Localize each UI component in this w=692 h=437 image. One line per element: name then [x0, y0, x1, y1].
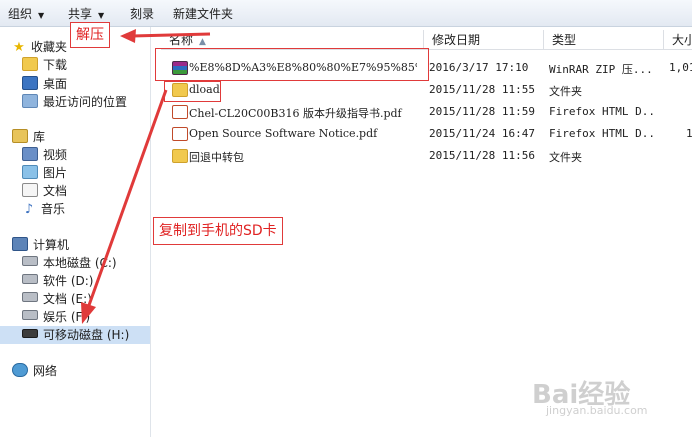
music-note-icon: ♪	[24, 202, 34, 217]
nav-recent-places[interactable]: 最近访问的位置	[22, 93, 127, 111]
hard-drive-icon	[22, 274, 38, 284]
nav-computer[interactable]: 计算机	[12, 236, 69, 254]
video-icon	[22, 147, 38, 161]
file-date: 2015/11/28 11:55	[429, 83, 535, 96]
chevron-down-icon: ▼	[98, 11, 105, 20]
pictures-icon	[22, 165, 38, 179]
file-row-open-source-pdf[interactable]: Open Source Software Notice.pdf 2015/11/…	[151, 123, 692, 145]
nav-documents[interactable]: 文档	[22, 182, 67, 200]
recent-places-icon	[22, 94, 38, 108]
column-size-label: 大小	[672, 33, 692, 47]
file-row-rollback-folder[interactable]: 回退中转包 2015/11/28 11:56 文件夹	[151, 145, 692, 167]
extract-callout: 解压	[70, 22, 110, 48]
desktop-icon	[22, 76, 38, 90]
nav-network[interactable]: 网络	[12, 362, 57, 380]
file-type: 文件夹	[549, 85, 582, 98]
hard-drive-icon	[22, 310, 38, 320]
share-label: 共享	[68, 7, 93, 21]
nav-documents-label: 文档	[43, 184, 68, 198]
nav-drive-e[interactable]: 文档 (E:)	[22, 290, 92, 308]
copy-to-sd-callout: 复制到手机的SD卡	[153, 217, 283, 245]
library-icon	[12, 129, 28, 143]
documents-icon	[22, 183, 38, 197]
organize-menu-button[interactable]: 组织 ▼	[8, 5, 44, 22]
column-name-label: 名称	[169, 33, 194, 47]
file-date: 2016/3/17 17:10	[429, 61, 529, 74]
nav-removable-disk-h[interactable]: 可移动磁盘 (H:)	[0, 326, 150, 344]
nav-drive-d-label: 软件 (D:)	[43, 274, 94, 288]
file-type: Firefox HTML D...	[549, 127, 654, 140]
pdf-icon	[172, 105, 188, 119]
chevron-down-icon: ▼	[38, 11, 45, 20]
hard-drive-icon	[22, 292, 38, 302]
file-row-dload[interactable]: dload 2015/11/28 11:55 文件夹	[151, 79, 692, 101]
file-date: 2015/11/24 16:47	[429, 127, 535, 140]
nav-desktop[interactable]: 桌面	[22, 75, 67, 93]
new-folder-button[interactable]: 新建文件夹	[173, 5, 233, 22]
nav-libraries[interactable]: 库	[12, 128, 45, 146]
file-name: Chel-CL20C00B316 版本升级指导书.pdf	[189, 107, 402, 120]
downloads-folder-icon	[22, 57, 38, 71]
file-row-upgrade-guide-pdf[interactable]: Chel-CL20C00B316 版本升级指导书.pdf 2015/11/28 …	[151, 101, 692, 123]
column-date-label: 修改日期	[432, 33, 481, 47]
nav-drive-c[interactable]: 本地磁盘 (C:)	[22, 254, 117, 272]
baidu-watermark-url: jingyan.baidu.com	[546, 404, 648, 417]
burn-button[interactable]: 刻录	[130, 5, 154, 22]
network-icon	[12, 363, 28, 377]
column-header-date[interactable]: 修改日期	[424, 30, 544, 50]
folder-icon	[172, 149, 188, 163]
pdf-icon	[172, 127, 188, 141]
nav-network-label: 网络	[33, 364, 58, 378]
nav-favorites[interactable]: ★ 收藏夹	[12, 38, 67, 56]
nav-drive-c-label: 本地磁盘 (C:)	[43, 256, 117, 270]
nav-pictures[interactable]: 图片	[22, 164, 67, 182]
file-type: WinRAR ZIP 压...	[549, 63, 653, 76]
nav-downloads-label: 下载	[43, 58, 68, 72]
nav-favorites-label: 收藏夹	[31, 40, 68, 54]
dload-highlight-box	[164, 81, 221, 102]
nav-pictures-label: 图片	[43, 166, 68, 180]
nav-downloads[interactable]: 下载	[22, 56, 67, 74]
file-size: 1,01	[669, 61, 692, 74]
column-header-name[interactable]: 名称 ▲	[161, 30, 424, 50]
file-date: 2015/11/28 11:56	[429, 149, 535, 162]
nav-videos[interactable]: 视频	[22, 146, 67, 164]
column-header-type[interactable]: 类型	[544, 30, 664, 50]
hard-drive-icon	[22, 256, 38, 266]
nav-recent-label: 最近访问的位置	[43, 95, 128, 109]
nav-drive-e-label: 文档 (E:)	[43, 292, 92, 306]
file-date: 2015/11/28 11:59	[429, 105, 535, 118]
file-type: 文件夹	[549, 151, 582, 164]
nav-drive-d[interactable]: 软件 (D:)	[22, 272, 93, 290]
removable-drive-icon	[22, 329, 38, 338]
file-name: Open Source Software Notice.pdf	[189, 127, 378, 140]
nav-videos-label: 视频	[43, 148, 68, 162]
nav-music[interactable]: ♪ 音乐	[22, 200, 65, 218]
file-name: 回退中转包	[189, 151, 244, 164]
nav-desktop-label: 桌面	[43, 77, 68, 91]
sort-ascending-icon: ▲	[199, 37, 206, 47]
star-icon: ★	[13, 40, 25, 55]
column-type-label: 类型	[552, 33, 577, 47]
nav-libraries-label: 库	[33, 130, 46, 144]
column-header-size[interactable]: 大小	[664, 30, 692, 50]
file-size: 1	[686, 127, 692, 140]
nav-music-label: 音乐	[41, 202, 66, 216]
nav-drive-h-label: 可移动磁盘 (H:)	[43, 328, 130, 342]
file-type: Firefox HTML D...	[549, 105, 654, 118]
nav-drive-f-label: 娱乐 (F:)	[43, 310, 91, 324]
nav-drive-f[interactable]: 娱乐 (F:)	[22, 308, 90, 326]
share-menu-button[interactable]: 共享 ▼	[68, 5, 104, 22]
organize-label: 组织	[8, 7, 33, 21]
computer-icon	[12, 237, 28, 251]
nav-computer-label: 计算机	[33, 238, 70, 252]
zip-file-highlight-box	[155, 48, 429, 81]
